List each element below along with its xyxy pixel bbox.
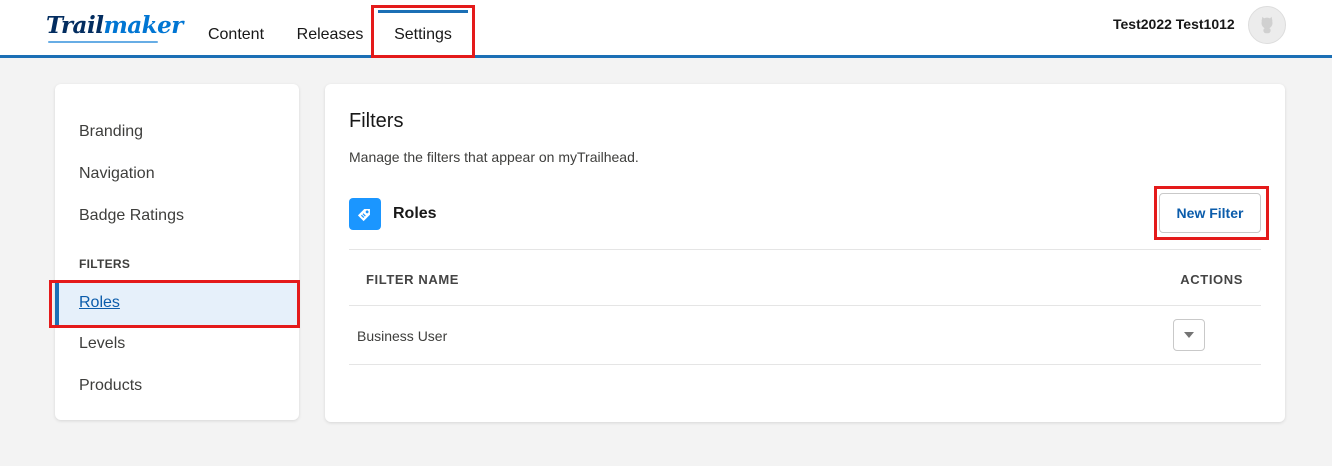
tab-releases[interactable]: Releases (288, 0, 372, 56)
sidebar-item-label: Levels (79, 335, 126, 352)
chevron-down-icon (1184, 332, 1194, 338)
sidebar-item-label: Branding (79, 123, 144, 140)
top-header: Trailmaker Content Releases Settings Tes… (0, 0, 1332, 58)
filters-panel: Filters Manage the filters that appear o… (325, 84, 1285, 422)
column-header-actions: ACTIONS (1180, 272, 1243, 287)
page-description: Manage the filters that appear on myTrai… (349, 149, 639, 165)
active-tab-indicator (378, 10, 468, 13)
logo-text-maker: maker (103, 12, 183, 39)
logo-swoosh (48, 41, 158, 43)
section-label: Roles (393, 205, 437, 222)
tab-content-label: Content (207, 26, 265, 43)
trailmaker-logo[interactable]: Trailmaker (46, 12, 183, 39)
settings-sidebar: Branding Navigation Badge Ratings FILTER… (55, 84, 299, 420)
sidebar-item-label: Badge Ratings (79, 207, 184, 224)
sidebar-item-label: Navigation (79, 165, 155, 182)
tab-settings-label: Settings (394, 26, 452, 43)
table-header: FILTER NAME ACTIONS (349, 249, 1261, 306)
logo-text-trail: Trail (46, 12, 104, 39)
sidebar-item-roles[interactable]: Roles (55, 281, 299, 325)
avatar-icon (1261, 16, 1273, 34)
column-header-filter-name[interactable]: FILTER NAME (366, 272, 459, 287)
sidebar-item-label: Roles (79, 294, 120, 311)
tag-icon (349, 198, 381, 230)
avatar[interactable] (1248, 6, 1286, 44)
tab-content[interactable]: Content (196, 0, 276, 56)
sidebar-item-navigation[interactable]: Navigation (55, 152, 299, 196)
tab-releases-label: Releases (296, 26, 364, 43)
page-title: Filters (349, 110, 404, 132)
sidebar-item-products[interactable]: Products (55, 364, 299, 408)
sidebar-section-heading: FILTERS (79, 257, 131, 271)
new-filter-button[interactable]: New Filter (1159, 193, 1261, 233)
table-row: Business User (349, 306, 1261, 365)
sidebar-item-levels[interactable]: Levels (55, 322, 299, 366)
sidebar-item-branding[interactable]: Branding (55, 110, 299, 154)
filters-table: FILTER NAME ACTIONS Business User (349, 249, 1261, 365)
filter-name-cell: Business User (357, 328, 448, 344)
user-name[interactable]: Test2022 Test1012 (1113, 16, 1235, 32)
sidebar-item-badge-ratings[interactable]: Badge Ratings (55, 194, 299, 238)
row-actions-dropdown[interactable] (1173, 319, 1205, 351)
tab-settings[interactable]: Settings (373, 0, 473, 56)
sidebar-item-label: Products (79, 377, 143, 394)
